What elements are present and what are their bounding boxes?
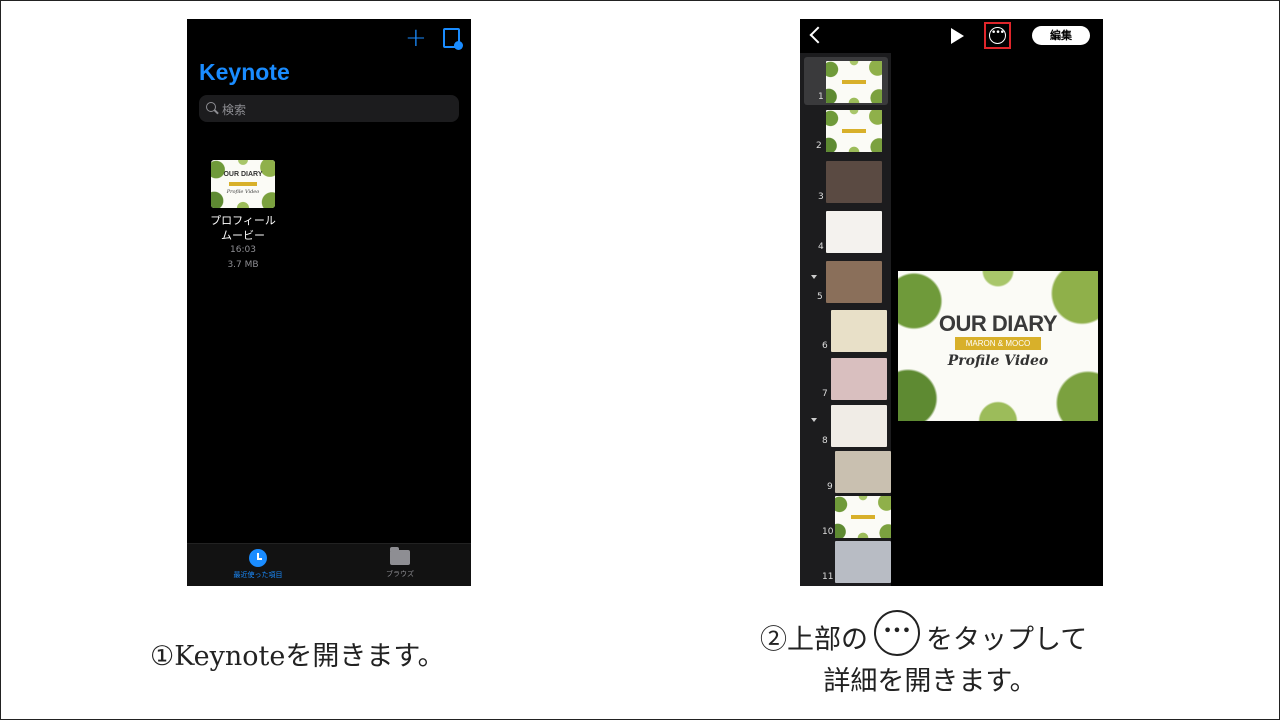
slide-number: 3 xyxy=(818,192,824,202)
slide-thumbnail[interactable] xyxy=(826,110,882,152)
more-button-highlight: ••• xyxy=(984,22,1011,49)
search-icon xyxy=(206,102,216,112)
clock-icon xyxy=(249,549,267,567)
tab-recents-label: 最近使った項目 xyxy=(233,571,283,579)
slide-number: 2 xyxy=(816,141,822,151)
document-size: 3.7 MB xyxy=(227,260,259,270)
back-icon[interactable] xyxy=(809,26,827,44)
document-icon[interactable] xyxy=(443,28,463,50)
caption-step2: ②上部の ••• をタップして 詳細を開きます。 xyxy=(760,610,1140,700)
slide-thumbnail[interactable] xyxy=(826,261,882,303)
tab-browse[interactable]: ブラウズ xyxy=(329,547,471,579)
more-icon[interactable]: ••• xyxy=(989,27,1006,44)
main-slide-script: Profile Video xyxy=(947,353,1049,369)
slide-number: 9 xyxy=(827,482,833,492)
keynote-browser-screen: + Keynote 検索 OUR DIARY Profile Video プロフ… xyxy=(187,19,471,586)
search-input[interactable]: 検索 xyxy=(199,95,459,122)
document-time: 16:03 xyxy=(230,245,256,255)
main-slide[interactable]: OUR DIARY MARON & MOCO Profile Video xyxy=(898,271,1098,421)
slide-number: 5 xyxy=(817,292,823,302)
tab-browse-label: ブラウズ xyxy=(386,570,414,578)
play-icon[interactable] xyxy=(951,28,964,44)
group-disclosure-icon[interactable] xyxy=(811,275,817,279)
slide-navigator: 1 2 3 4 5 6 7 8 9 10 11 xyxy=(800,53,891,586)
more-icon: ••• xyxy=(874,610,920,656)
slide-number: 1 xyxy=(818,92,824,102)
group-disclosure-icon[interactable] xyxy=(811,418,817,422)
slide-number: 10 xyxy=(822,527,834,537)
caption-step2-b: をタップして xyxy=(926,624,1088,656)
caption-step2-a: ②上部の xyxy=(760,624,868,656)
tab-bar: 最近使った項目 ブラウズ xyxy=(187,543,471,586)
folder-icon xyxy=(390,547,410,565)
keynote-editor-screen: ••• 編集 1 2 3 4 5 6 7 8 9 10 11 OUR DIARY MARON & M… xyxy=(800,19,1103,586)
thumb-subtitle: Profile Video xyxy=(226,188,260,195)
plus-icon[interactable]: + xyxy=(405,25,427,51)
document-name[interactable]: プロフィール ムービー xyxy=(201,213,285,243)
main-slide-bar: MARON & MOCO xyxy=(955,337,1041,350)
slide-canvas: OUR DIARY MARON & MOCO Profile Video xyxy=(891,53,1103,586)
slide-thumbnail[interactable] xyxy=(831,358,887,400)
search-placeholder: 検索 xyxy=(222,103,247,117)
thumb-title: OUR DIARY xyxy=(223,170,263,178)
editor-toolbar: ••• 編集 xyxy=(800,19,1103,53)
document-thumbnail[interactable]: OUR DIARY Profile Video xyxy=(211,160,275,208)
slide-thumbnail[interactable] xyxy=(831,405,887,447)
slide-thumbnail[interactable] xyxy=(826,161,882,203)
app-title: Keynote xyxy=(199,59,290,85)
slide-thumbnail[interactable] xyxy=(835,541,891,583)
slide-number: 11 xyxy=(822,572,834,582)
slide-thumbnail[interactable] xyxy=(826,61,882,103)
slide-thumbnail[interactable] xyxy=(831,310,887,352)
slide-thumbnail[interactable] xyxy=(826,211,882,253)
caption-step2-c: 詳細を開きます。 xyxy=(823,666,1037,697)
tab-recents[interactable]: 最近使った項目 xyxy=(187,547,329,580)
caption-step1: ①Keynoteを開きます。 xyxy=(150,641,445,672)
slide-number: 4 xyxy=(818,242,824,252)
slide-thumbnail[interactable] xyxy=(835,496,891,538)
slide-number: 7 xyxy=(822,389,828,399)
slide-thumbnail[interactable] xyxy=(835,451,891,493)
edit-button[interactable]: 編集 xyxy=(1032,26,1090,45)
slide-number: 6 xyxy=(822,341,828,351)
slide-number: 8 xyxy=(822,436,828,446)
main-slide-title: OUR DIARY xyxy=(938,311,1058,336)
